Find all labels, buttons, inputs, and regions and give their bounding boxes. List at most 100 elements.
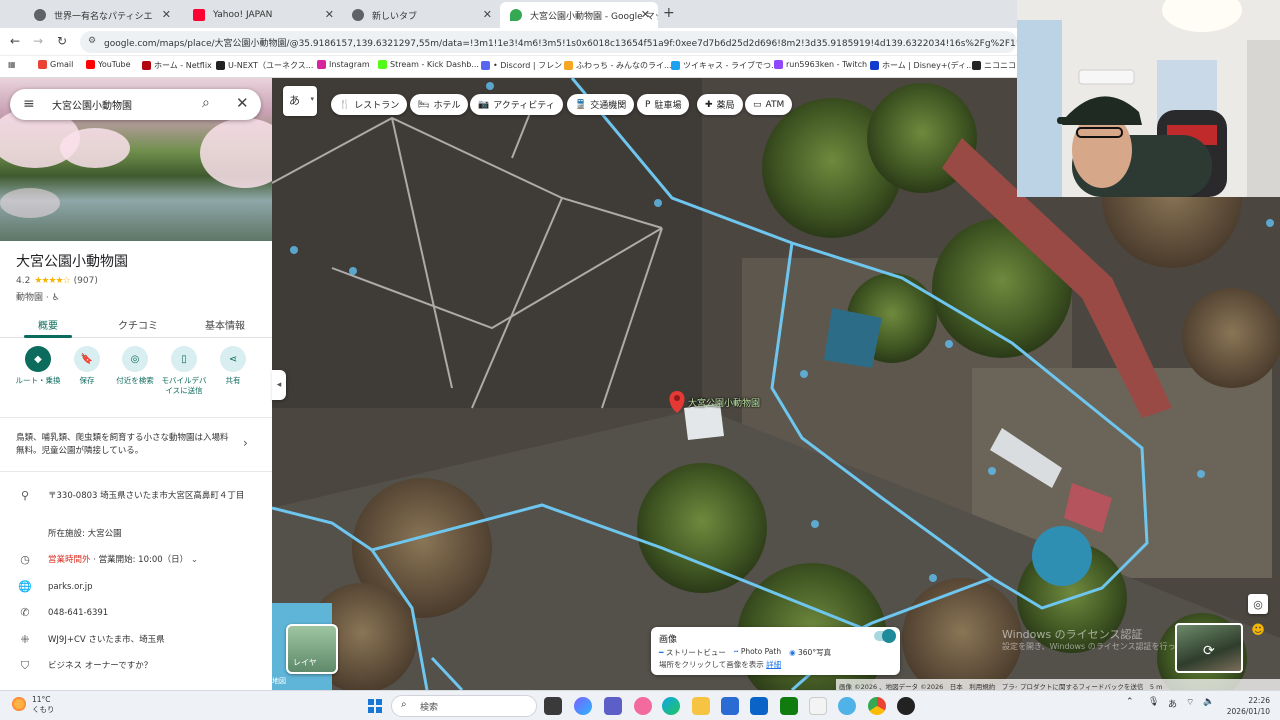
- bookmark-twitcasting[interactable]: ツイキャス - ライブでつ...: [671, 60, 779, 71]
- back-arrow-icon[interactable]: ←: [10, 34, 20, 48]
- chip-transit[interactable]: 🚆 交通機関: [567, 94, 635, 115]
- browser-tab-1[interactable]: 世界一有名なパティシエ ✕: [24, 2, 179, 28]
- apps-grid-icon[interactable]: ▦: [8, 60, 16, 69]
- close-icon[interactable]: ✕: [641, 8, 650, 21]
- bookmark-niconico[interactable]: ニコニコ: [972, 60, 1016, 71]
- browser-tab-4-active[interactable]: 大宮公園小動物園 - Google マップ ✕: [500, 2, 658, 28]
- close-icon[interactable]: ✕: [236, 94, 249, 112]
- bookmark-disney[interactable]: ホーム | Disney+(ディ...: [870, 60, 974, 71]
- app-icon[interactable]: [838, 697, 856, 715]
- bookmark-kick[interactable]: Stream - Kick Dashb...: [378, 60, 479, 69]
- weather-widget[interactable]: 11°C くもり: [12, 695, 55, 715]
- search-icon[interactable]: ⌕: [202, 95, 210, 111]
- parking-icon: P: [645, 99, 651, 110]
- place-title: 大宮公園小動物園: [16, 254, 128, 270]
- search-box[interactable]: ≡ 大宮公園小動物園 ⌕ ✕: [10, 89, 261, 120]
- microphone-icon[interactable]: 🎙: [1148, 697, 1159, 707]
- bookmark-unext[interactable]: U-NEXT（ユーネクス...: [216, 60, 313, 71]
- imagery-toggle[interactable]: [874, 629, 896, 643]
- chip-parking[interactable]: P 駐車場: [637, 94, 690, 115]
- share-button[interactable]: ⋖ 共有: [210, 346, 256, 386]
- layer-button[interactable]: レイヤ: [286, 624, 338, 674]
- app-icon[interactable]: [897, 697, 915, 715]
- pegman-icon[interactable]: ☻: [1248, 620, 1268, 640]
- nearby-button[interactable]: ◎ 付近を検索: [112, 346, 158, 386]
- collapse-panel-button[interactable]: ◂: [272, 370, 286, 400]
- directions-button[interactable]: ◆ ルート・乗換: [15, 346, 61, 386]
- windows-activation-watermark: Windows のライセンス認証: [1002, 628, 1143, 641]
- map-mode-label[interactable]: 地図: [272, 676, 286, 686]
- wifi-icon[interactable]: ⌔: [1186, 697, 1194, 708]
- chip-pharmacy[interactable]: ✚ 薬局: [697, 94, 743, 115]
- xbox-icon[interactable]: [780, 697, 798, 715]
- chevron-down-icon[interactable]: ⌄: [191, 555, 198, 565]
- outlook-icon[interactable]: [750, 697, 768, 715]
- details-link[interactable]: 詳細: [766, 660, 781, 669]
- review-count[interactable]: (907): [74, 276, 98, 286]
- ime-toggle[interactable]: あ ▾: [283, 86, 317, 116]
- edge-icon[interactable]: [662, 697, 680, 715]
- chrome-icon[interactable]: [868, 697, 886, 715]
- app-icon[interactable]: [634, 697, 652, 715]
- chevron-up-icon[interactable]: ⌃: [1126, 697, 1134, 707]
- site-info-icon[interactable]: ⚙: [88, 36, 96, 46]
- tab-reviews[interactable]: クチコミ: [118, 317, 158, 332]
- chevron-down-icon: ▾: [310, 95, 314, 103]
- close-icon[interactable]: ✕: [325, 8, 334, 21]
- teams-icon[interactable]: [604, 697, 622, 715]
- twitch-icon: [774, 60, 783, 69]
- windows-taskbar: 11°C くもり ⌕ 検索 ⌃ 🎙 あ ⌔ 🔈 22:26 2026/01/10: [0, 690, 1280, 720]
- close-icon[interactable]: ✕: [162, 8, 171, 21]
- store-icon[interactable]: [721, 697, 739, 715]
- map-pin-label[interactable]: 大宮公園小動物園: [688, 396, 760, 409]
- file-explorer-icon[interactable]: [692, 697, 710, 715]
- netflix-icon: [142, 61, 151, 70]
- new-tab-button[interactable]: +: [663, 5, 675, 21]
- tab-about[interactable]: 基本情報: [205, 317, 245, 332]
- place-category[interactable]: 動物園 · ♿: [16, 290, 60, 303]
- taskbar-search[interactable]: ⌕ 検索: [391, 695, 537, 717]
- ime-indicator[interactable]: あ: [1168, 697, 1177, 710]
- globe-icon: [352, 9, 364, 21]
- system-clock[interactable]: 22:26 2026/01/10: [1222, 695, 1270, 717]
- bookmark-twitch[interactable]: run5963ken - Twitch: [774, 60, 867, 69]
- divider: [0, 471, 272, 472]
- kick-icon: [378, 60, 387, 69]
- my-location-icon[interactable]: ◎: [1248, 594, 1268, 614]
- yahoo-icon: [193, 9, 205, 21]
- hamburger-menu-icon[interactable]: ≡: [23, 96, 35, 112]
- chip-hotel[interactable]: 🛏 ホテル: [410, 94, 469, 115]
- send-to-phone-button[interactable]: ▯ モバイルデバイスに送信: [161, 346, 207, 396]
- tab-title: 世界一有名なパティシエ: [54, 11, 153, 22]
- copilot-icon[interactable]: [574, 697, 592, 715]
- chip-restaurant[interactable]: 🍴 レストラン: [331, 94, 408, 115]
- fuwacchi-icon: [564, 61, 573, 70]
- forward-arrow-icon[interactable]: →: [33, 34, 43, 48]
- chip-activity[interactable]: 📷 アクティビティ: [470, 94, 563, 115]
- chevron-right-icon[interactable]: ›: [243, 436, 248, 450]
- bookmark-fuwacchi[interactable]: ふわっち - みんなのライ...: [564, 60, 672, 71]
- chip-atm[interactable]: ▭ ATM: [745, 94, 793, 115]
- task-view-icon[interactable]: [544, 697, 562, 715]
- weather-icon: [12, 697, 26, 711]
- streetview-thumbnail[interactable]: ⟳: [1175, 623, 1243, 673]
- place-description[interactable]: 鳥類、哺乳類、爬虫類を飼育する小さな動物園は入場料無料。児童公園が隣接している。: [16, 432, 231, 458]
- bookmark-gmail[interactable]: Gmail: [38, 60, 73, 69]
- browser-tab-2[interactable]: Yahoo! JAPAN ✕: [183, 2, 342, 28]
- place-rating[interactable]: 4.2 ★★★★☆ (907): [16, 276, 98, 286]
- browser-tabbar: 世界一有名なパティシエ ✕ Yahoo! JAPAN ✕ 新しいタブ ✕ 大宮公…: [0, 0, 1017, 28]
- close-icon[interactable]: ✕: [483, 8, 492, 21]
- bookmark-netflix[interactable]: ホーム - Netflix: [142, 60, 212, 71]
- bookmark-instagram[interactable]: Instagram: [317, 60, 370, 69]
- browser-tab-3[interactable]: 新しいタブ ✕: [342, 2, 500, 28]
- volume-icon[interactable]: 🔈: [1203, 697, 1214, 707]
- tab-overview[interactable]: 概要: [38, 317, 58, 332]
- notepad-icon[interactable]: [809, 697, 827, 715]
- bookmark-youtube[interactable]: YouTube: [86, 60, 131, 69]
- url-field[interactable]: ⚙ google.com/maps/place/大宮公園小動物園/@35.918…: [80, 31, 1017, 53]
- save-button[interactable]: 🔖 保存: [64, 346, 110, 386]
- search-input[interactable]: 大宮公園小動物園: [52, 97, 132, 112]
- reload-icon[interactable]: ↻: [57, 34, 67, 48]
- windows-start-icon[interactable]: [368, 699, 382, 713]
- bookmark-discord[interactable]: • Discord | フレンド: [481, 60, 570, 71]
